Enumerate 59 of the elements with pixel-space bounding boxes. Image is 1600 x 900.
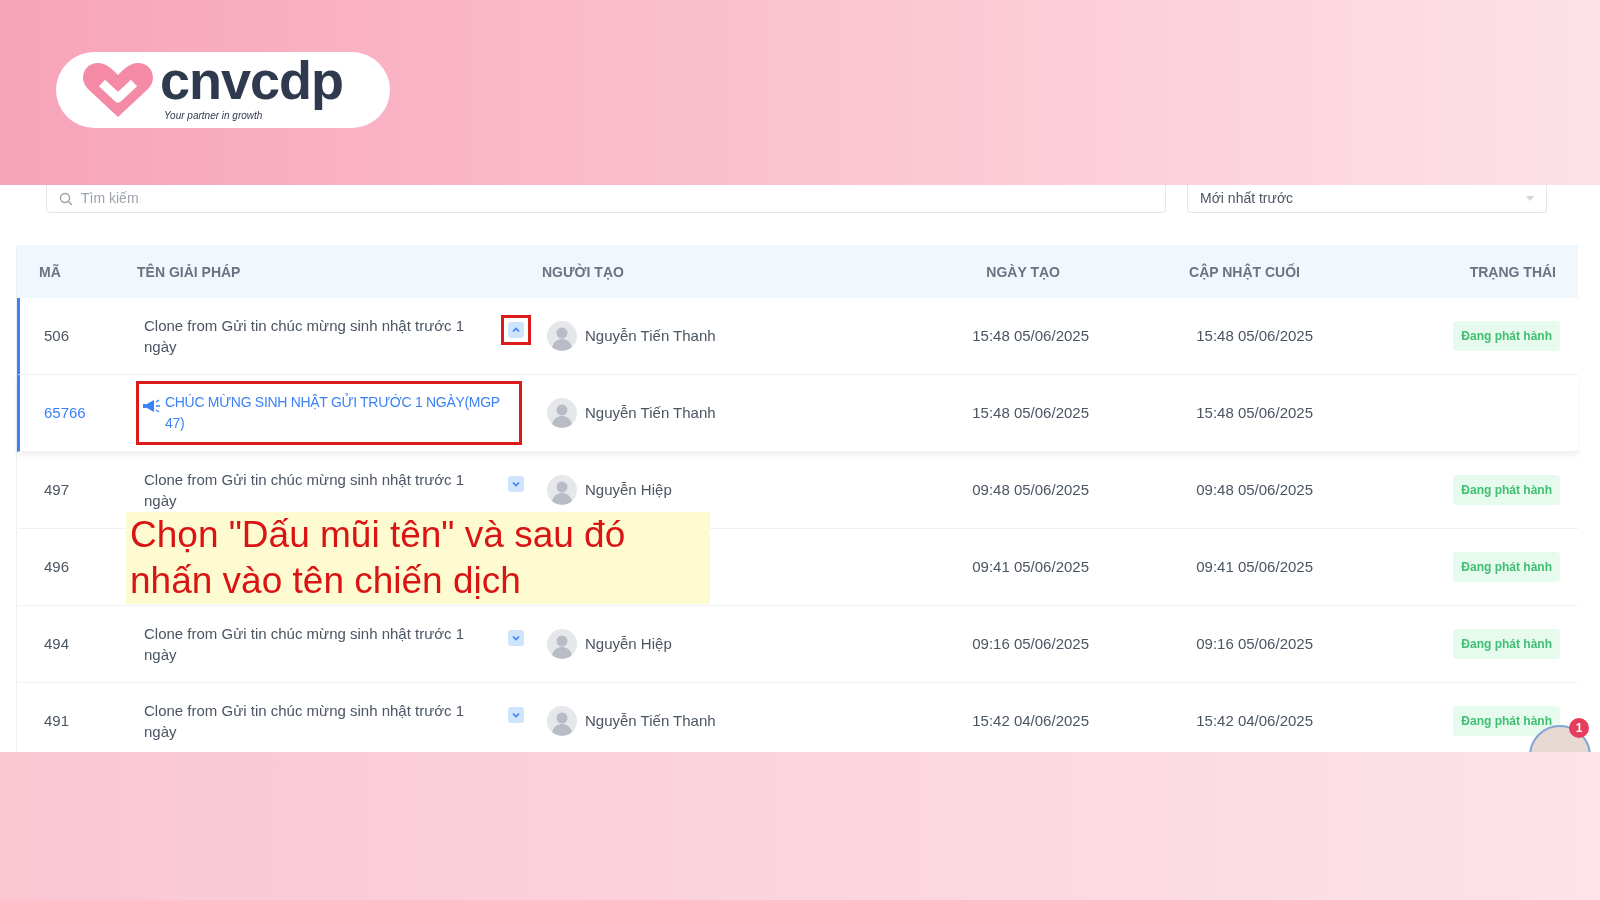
id-cell: 65766 [44, 404, 86, 421]
column-header: MÃ [39, 263, 61, 280]
updated-date: 15:42 04/06/2025 [1196, 712, 1313, 729]
created-date: 09:48 05/06/2025 [972, 481, 1089, 498]
creator-name: Nguyễn Hiệp [585, 479, 672, 500]
id-cell: 491 [44, 712, 70, 729]
solution-name: Clone from Gửi tin chúc mừng sinh nhật trước 1 ngày [143, 470, 466, 511]
logo-tagline: Your partner in growth [164, 109, 263, 123]
creator-name: Nguyễn Tiến Thanh [585, 325, 716, 346]
status-tag: Đang phát hành [1453, 629, 1560, 659]
created-date: 15:42 04/06/2025 [972, 712, 1089, 729]
column-header: NGƯỜI TẠO [542, 263, 624, 280]
column-header: CẬP NHẬT CUỐI [1189, 263, 1300, 280]
updated-date: 15:48 05/06/2025 [1196, 404, 1313, 421]
user-avatar-icon [547, 398, 577, 428]
expand-toggle[interactable] [501, 315, 531, 345]
updated-date: 09:41 05/06/2025 [1196, 558, 1313, 575]
updated-date: 09:48 05/06/2025 [1196, 481, 1313, 498]
sort-select[interactable]: Mới nhất trước [1187, 185, 1547, 213]
caret-icon [1526, 196, 1534, 201]
user-avatar-icon [547, 629, 577, 659]
id-cell: 497 [44, 481, 70, 498]
solution-name: Clone from Gửi tin chúc mừng sinh nhật trước 1 ngày [143, 701, 466, 742]
search-input[interactable]: Tìm kiếm [81, 188, 981, 209]
search-icon [59, 191, 73, 206]
created-date: 09:16 05/06/2025 [972, 635, 1089, 652]
chevron-down-icon [508, 476, 524, 492]
updated-date: 09:16 05/06/2025 [1196, 635, 1313, 652]
created-date: 15:48 05/06/2025 [972, 327, 1089, 344]
user-avatar-icon [547, 321, 577, 351]
solution-name: Clone from Gửi tin chúc mừng sinh nhật trước 1 ngày [143, 316, 466, 357]
status-tag: Đang phát hành [1453, 475, 1560, 505]
id-cell: 494 [44, 635, 70, 652]
created-date: 09:41 05/06/2025 [972, 558, 1089, 575]
megaphone-icon [143, 398, 161, 414]
search-field[interactable]: Tìm kiếm [46, 185, 1166, 213]
creator-name: Nguyễn Tiến Thanh [585, 710, 716, 731]
logo-wordmark: cnvcdp [160, 51, 344, 108]
campaign-name[interactable]: CHÚC MỪNG SINH NHẬT GỬI TRƯỚC 1 NGÀY(MGP 47) [165, 392, 515, 434]
notification-badge: 1 [1569, 718, 1589, 738]
status-tag: Đang phát hành [1453, 552, 1560, 582]
chevron-up-icon [508, 322, 524, 338]
column-header: NGÀY TẠO [986, 263, 1060, 280]
status-tag: Đang phát hành [1453, 321, 1560, 351]
creator-name: Nguyễn Hiệp [585, 633, 672, 654]
solution-name: Clone from Gửi tin chúc mừng sinh nhật trước 1 ngày [143, 624, 466, 665]
created-date: 15:48 05/06/2025 [972, 404, 1089, 421]
annotation-note: Chọn "Dấu mũi tên" và sau đó nhấn vào tên chiến dịch [126, 512, 710, 604]
id-cell: 496 [44, 558, 70, 575]
column-header: TÊN GIẢI PHÁP [137, 263, 241, 280]
user-avatar-icon [547, 475, 577, 505]
campaign-name-link[interactable]: CHÚC MỪNG SINH NHẬT GỬI TRƯỚC 1 NGÀY(MGP 47) [136, 381, 522, 445]
user-avatar-icon [547, 706, 577, 736]
updated-date: 15:48 05/06/2025 [1196, 327, 1313, 344]
id-cell: 506 [44, 327, 70, 344]
chevron-down-icon [508, 630, 524, 646]
creator-name: Nguyễn Tiến Thanh [585, 402, 716, 423]
chevron-down-icon [508, 707, 524, 723]
column-header: TRẠNG THÁI [1469, 263, 1556, 280]
